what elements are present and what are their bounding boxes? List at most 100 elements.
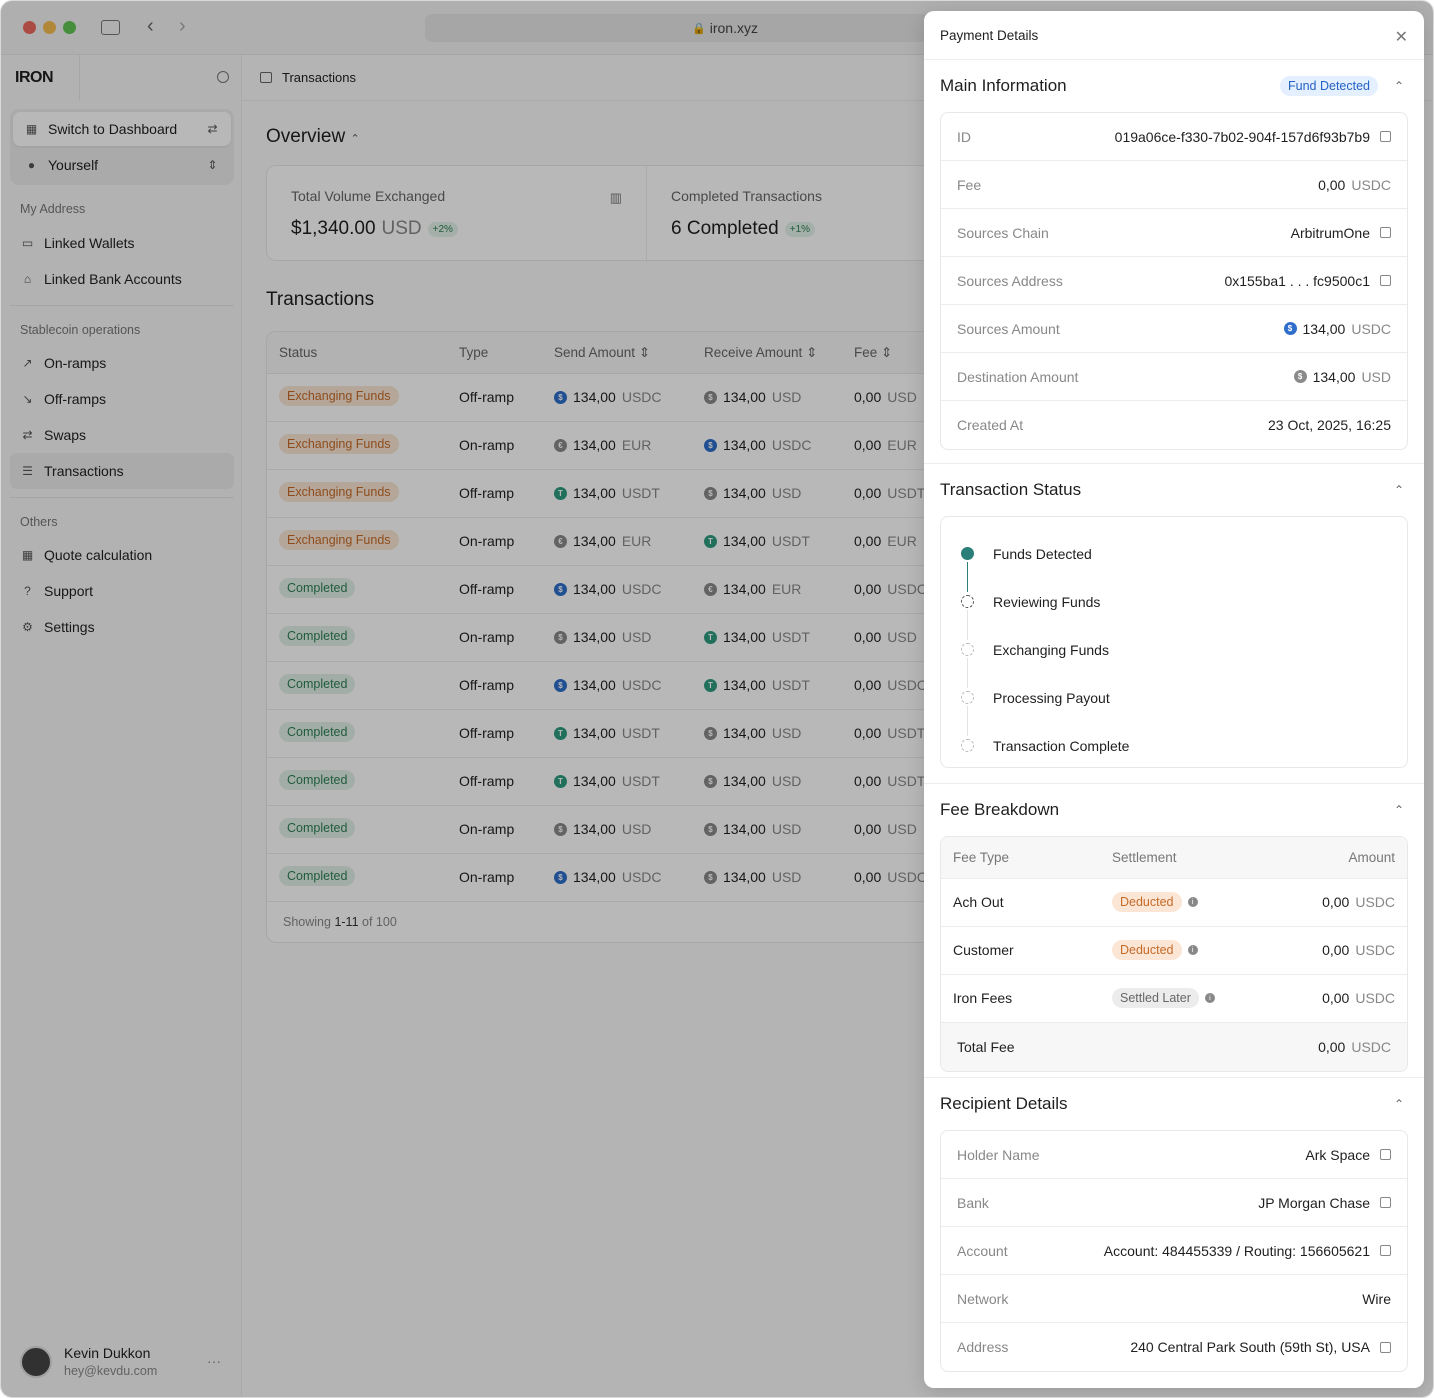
settlement-badge: Deducted xyxy=(1112,940,1182,960)
payment-details-panel: Payment Details ✕ Main Information Fund … xyxy=(924,11,1424,1388)
status-step: Funds Detected xyxy=(993,546,1092,562)
field-value: ArbitrumOne xyxy=(1291,225,1391,241)
copy-icon[interactable] xyxy=(1380,1149,1391,1160)
value-text: 134,00 xyxy=(1312,368,1356,385)
panel-title: Payment Details xyxy=(940,27,1039,43)
info-icon[interactable]: i xyxy=(1204,993,1215,1003)
field-value: JP Morgan Chase xyxy=(1258,1195,1391,1211)
copy-icon[interactable] xyxy=(1380,275,1391,286)
main-information-title: Main Information xyxy=(940,76,1067,95)
fee-amount: 0,00 USDC xyxy=(1322,894,1395,910)
fee-type: Ach Out xyxy=(953,894,1004,910)
main-information-box: ID 019a06ce-f330-7b02-904f-157d6f93b7b9 Fe… xyxy=(940,112,1408,450)
fee-table-header: Fee Type Settlement Amount xyxy=(941,837,1407,879)
field-value: Account: 484455339 / Routing: 156605621 xyxy=(1104,1243,1391,1259)
field-value: 23 Oct, 2025, 16:25 xyxy=(1268,417,1391,433)
value-text: 019a06ce-f330-7b02-904f-157d6f93b7b9 xyxy=(1114,128,1370,145)
info-icon[interactable]: i xyxy=(1187,945,1198,955)
fee-type: Customer xyxy=(953,942,1014,958)
settlement-badge: Deducted xyxy=(1112,892,1182,912)
field-value: $134,00 USDC xyxy=(1283,320,1391,337)
settlement-cell: Settled Later i xyxy=(1112,988,1215,1008)
column-fee-type: Fee Type xyxy=(953,850,1010,865)
amount-currency: USDC xyxy=(1355,990,1395,1006)
value-text: 134,00 xyxy=(1302,320,1346,337)
field-label: Account xyxy=(957,1242,1008,1259)
fee-breakdown-title: Fee Breakdown xyxy=(940,800,1060,819)
fee-total-value: 0,00 xyxy=(1318,1039,1346,1055)
status-step: Reviewing Funds xyxy=(993,594,1101,610)
spinner-icon xyxy=(961,739,974,752)
spinner-icon xyxy=(961,691,974,704)
value-unit: USDC xyxy=(1351,176,1391,193)
chevron-up-icon[interactable]: ⌃ xyxy=(1394,79,1404,93)
copy-icon[interactable] xyxy=(1380,1245,1391,1256)
recipient-row-address: Address 240 Central Park South (59th St),… xyxy=(941,1323,1407,1371)
copy-icon[interactable] xyxy=(1380,1341,1391,1353)
info-row-created-at: Created At 23 Oct, 2025, 16:25 xyxy=(941,401,1407,449)
amount-value: 0,00 xyxy=(1322,894,1350,910)
amount-value: 0,00 xyxy=(1322,942,1350,958)
recipient-details-title: Recipient Details xyxy=(940,1094,1068,1113)
settlement-cell: Deducted i xyxy=(1112,892,1198,912)
copy-icon[interactable] xyxy=(1380,131,1391,142)
divider xyxy=(924,1077,1424,1078)
value-text: 23 Oct, 2025, 16:25 xyxy=(1268,417,1391,433)
fee-row: Iron Fees Settled Later i 0,00 USDC xyxy=(941,975,1407,1023)
field-label: Sources Chain xyxy=(957,224,1049,241)
field-value: 240 Central Park South (59th St), USA xyxy=(1130,1339,1391,1355)
amount-currency: USDC xyxy=(1355,894,1395,910)
chevron-up-icon[interactable]: ⌃ xyxy=(1394,483,1404,497)
spinner-icon xyxy=(961,643,974,656)
fee-breakdown-table: Fee Type Settlement Amount Ach Out Deduct… xyxy=(940,836,1408,1072)
fee-row: Ach Out Deducted i 0,00 USDC xyxy=(941,879,1407,927)
field-value: 0,00 USDC xyxy=(1318,177,1391,193)
fee-row: Customer Deducted i 0,00 USDC xyxy=(941,927,1407,975)
info-row-fee: Fee 0,00 USDC xyxy=(941,161,1407,209)
field-value: Wire xyxy=(1362,1291,1391,1307)
recipient-details-box: Holder Name Ark Space Bank JP Morgan Chase A… xyxy=(940,1130,1408,1372)
recipient-row-network: Network Wire xyxy=(941,1275,1407,1323)
value-text: ArbitrumOne xyxy=(1290,224,1370,241)
timeline-connector xyxy=(967,562,968,592)
field-value: $134,00 USD xyxy=(1293,368,1391,385)
timeline-connector xyxy=(967,658,968,688)
info-icon[interactable]: i xyxy=(1187,897,1198,907)
field-label: Sources Address xyxy=(957,272,1063,289)
status-step: Transaction Complete xyxy=(993,738,1130,754)
value-text: Ark Space xyxy=(1305,1146,1370,1163)
chevron-up-icon[interactable]: ⌃ xyxy=(1394,803,1404,817)
field-value: 019a06ce-f330-7b02-904f-157d6f93b7b9 xyxy=(1115,129,1391,145)
copy-icon[interactable] xyxy=(1380,1197,1391,1208)
info-row-sources-chain: Sources Chain ArbitrumOne xyxy=(941,209,1407,257)
fee-total-row: Total Fee 0,00 USDC xyxy=(941,1023,1407,1071)
settlement-badge: Settled Later xyxy=(1112,988,1199,1008)
fee-total-currency: USDC xyxy=(1351,1039,1391,1055)
info-row-id: ID 019a06ce-f330-7b02-904f-157d6f93b7b9 xyxy=(941,113,1407,161)
field-label: Network xyxy=(957,1290,1009,1307)
info-row-sources-address: Sources Address 0x155ba1 . . . fc9500c1 xyxy=(941,257,1407,305)
transaction-status-title: Transaction Status xyxy=(940,480,1082,499)
value-text: Wire xyxy=(1362,1290,1391,1307)
field-label: Address xyxy=(957,1339,1009,1355)
field-label: Fee xyxy=(957,176,982,193)
value-text: JP Morgan Chase xyxy=(1258,1194,1370,1211)
app-window: ‹ › 🔒 iron.xyz IRON ▦ Switch to Dashboard… xyxy=(0,0,1434,1398)
status-badge: Fund Detected xyxy=(1280,76,1378,96)
chevron-up-icon[interactable]: ⌃ xyxy=(1394,1097,1404,1111)
info-row-sources-amount: Sources Amount $134,00 USDC xyxy=(941,305,1407,353)
column-settlement: Settlement xyxy=(1112,850,1177,865)
status-step: Processing Payout xyxy=(993,690,1110,706)
fee-amount: 0,00 USDC xyxy=(1322,990,1395,1006)
close-icon[interactable]: ✕ xyxy=(1395,27,1408,47)
field-value: 0x155ba1 . . . fc9500c1 xyxy=(1224,273,1391,289)
usd-coin-icon: $ xyxy=(1293,370,1307,383)
field-label: ID xyxy=(957,128,971,145)
status-step: Exchanging Funds xyxy=(993,642,1109,658)
timeline-connector xyxy=(967,610,968,640)
amount-currency: USDC xyxy=(1355,942,1395,958)
copy-icon[interactable] xyxy=(1380,227,1391,238)
value-text: 0,00 xyxy=(1318,176,1346,193)
field-label: Holder Name xyxy=(957,1146,1040,1163)
field-label: Created At xyxy=(957,417,1024,433)
